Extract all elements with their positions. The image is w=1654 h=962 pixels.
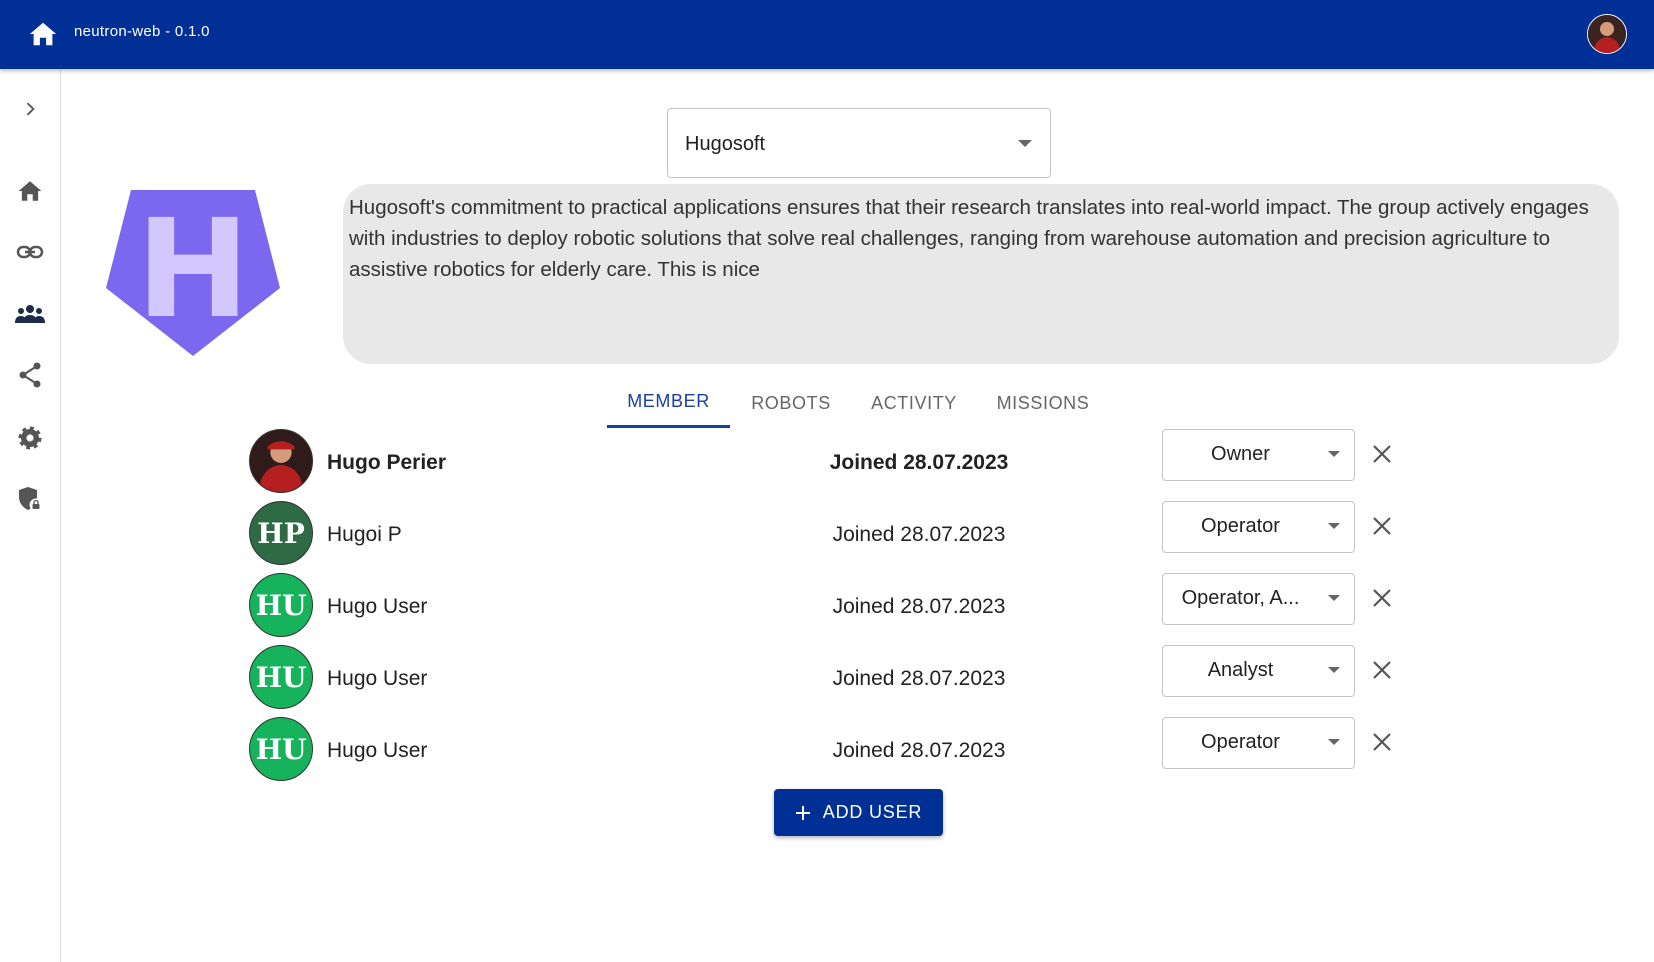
member-joined-date: Joined 28.07.2023 xyxy=(829,451,1009,474)
member-joined-date: Joined 28.07.2023 xyxy=(832,523,1006,546)
sidebar-item-settings[interactable] xyxy=(15,423,45,453)
organization-logo: H xyxy=(106,190,280,356)
add-user-button[interactable]: ADD USER xyxy=(774,789,943,836)
app-bar: neutron-web - 0.1.0 xyxy=(0,0,1654,69)
gear-icon xyxy=(18,426,42,450)
member-role-select[interactable]: Operator, A... xyxy=(1162,573,1355,625)
member-avatar: HP xyxy=(249,501,313,565)
share-icon xyxy=(19,362,41,388)
member-name: Hugo User xyxy=(327,667,428,690)
groups-icon xyxy=(15,305,45,323)
tab-robots[interactable]: ROBOTS xyxy=(738,378,844,428)
member-name: Hugo User xyxy=(327,595,428,618)
organization-select[interactable]: Hugosoft xyxy=(667,108,1051,178)
member-joined-date: Joined 28.07.2023 xyxy=(832,595,1006,618)
plus-icon xyxy=(795,805,810,820)
member-row: HU Hugo User Joined 28.07.2023 Operator xyxy=(249,717,1399,785)
sidebar-item-home[interactable] xyxy=(15,176,45,206)
member-avatar: HU xyxy=(249,573,313,637)
tab-label: MEMBER xyxy=(627,391,710,411)
chevron-down-icon xyxy=(1328,523,1340,529)
tab-label: ACTIVITY xyxy=(871,392,957,413)
sidebar-item-connections[interactable] xyxy=(15,237,45,267)
chevron-right-icon xyxy=(26,102,35,116)
chevron-down-icon xyxy=(1328,739,1340,745)
remove-member-button[interactable] xyxy=(1370,442,1394,466)
add-user-label: ADD USER xyxy=(822,802,923,822)
home-icon xyxy=(18,181,42,201)
member-name: Hugoi P xyxy=(327,523,402,546)
member-row: Hugo Perier Joined 28.07.2023 Owner xyxy=(249,429,1399,497)
close-icon xyxy=(1373,733,1391,751)
close-icon xyxy=(1373,661,1391,679)
chevron-down-icon xyxy=(1328,667,1340,673)
close-icon xyxy=(1373,517,1391,535)
shield-lock-icon xyxy=(19,487,43,512)
member-role-select[interactable]: Owner xyxy=(1162,429,1355,481)
member-joined-date: Joined 28.07.2023 xyxy=(832,667,1006,690)
link-icon xyxy=(16,245,44,259)
close-icon xyxy=(1373,445,1391,463)
member-name: Hugo User xyxy=(327,739,428,762)
member-role-value: Operator xyxy=(1201,731,1280,753)
remove-member-button[interactable] xyxy=(1370,658,1394,682)
member-name: Hugo Perier xyxy=(327,451,447,474)
sidebar-expand-button[interactable] xyxy=(15,94,45,124)
profile-photo-icon xyxy=(250,430,312,492)
member-role-value: Operator xyxy=(1201,515,1280,537)
chevron-down-icon xyxy=(1018,140,1032,147)
remove-member-button[interactable] xyxy=(1370,514,1394,538)
sidebar-item-security[interactable] xyxy=(15,484,45,514)
tab-label: MISSIONS xyxy=(996,392,1090,413)
tab-activity[interactable]: ACTIVITY xyxy=(856,378,972,428)
app-title: neutron-web - 0.1.0 xyxy=(74,23,210,40)
organization-description[interactable]: Hugosoft's commitment to practical appli… xyxy=(343,184,1619,364)
member-role-select[interactable]: Operator xyxy=(1162,501,1355,553)
account-avatar[interactable] xyxy=(1587,14,1627,54)
organization-logo-letter: H xyxy=(136,191,250,349)
tab-missions[interactable]: MISSIONS xyxy=(983,378,1103,428)
profile-photo-icon xyxy=(1588,15,1626,53)
home-icon xyxy=(29,22,57,46)
member-joined-date: Joined 28.07.2023 xyxy=(832,739,1006,762)
close-icon xyxy=(1373,589,1391,607)
member-avatar xyxy=(249,429,313,493)
member-role-value: Operator, A... xyxy=(1181,587,1300,609)
member-avatar: HU xyxy=(249,645,313,709)
member-role-value: Owner xyxy=(1211,443,1270,465)
member-row: HP Hugoi P Joined 28.07.2023 Operator xyxy=(249,501,1399,569)
sidebar-item-share[interactable] xyxy=(15,360,45,390)
chevron-down-icon xyxy=(1328,451,1340,457)
member-avatar: HU xyxy=(249,717,313,781)
home-button[interactable] xyxy=(28,20,58,48)
sidebar-item-groups[interactable] xyxy=(15,299,45,329)
organization-select-value: Hugosoft xyxy=(685,133,766,155)
member-role-value: Analyst xyxy=(1207,659,1274,681)
tab-member[interactable]: MEMBER xyxy=(607,378,730,428)
remove-member-button[interactable] xyxy=(1370,730,1394,754)
sidebar xyxy=(0,69,61,962)
member-role-select[interactable]: Operator xyxy=(1162,717,1355,769)
chevron-down-icon xyxy=(1328,595,1340,601)
remove-member-button[interactable] xyxy=(1370,586,1394,610)
member-row: HU Hugo User Joined 28.07.2023 Operator,… xyxy=(249,573,1399,641)
member-row: HU Hugo User Joined 28.07.2023 Analyst xyxy=(249,645,1399,713)
tab-label: ROBOTS xyxy=(751,392,831,413)
member-role-select[interactable]: Analyst xyxy=(1162,645,1355,697)
